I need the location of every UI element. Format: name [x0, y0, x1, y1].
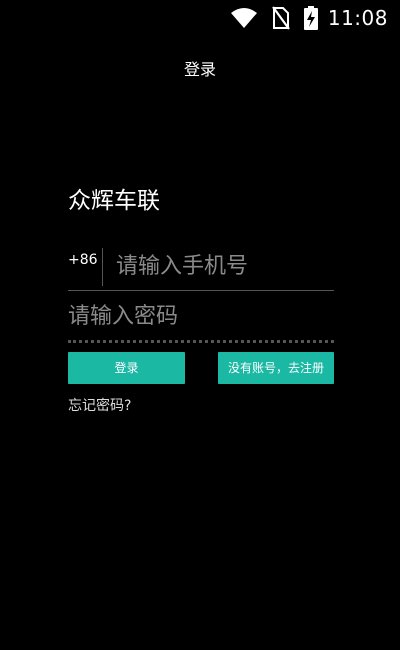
no-sim-icon	[271, 6, 290, 30]
login-button[interactable]: 登录	[68, 352, 185, 384]
phone-input[interactable]	[116, 249, 326, 283]
app-name: 众辉车联	[68, 188, 160, 214]
battery-charging-icon	[303, 6, 318, 30]
register-button[interactable]: 没有账号，去注册	[218, 352, 334, 384]
field-divider	[102, 248, 103, 286]
password-input[interactable]	[68, 299, 328, 333]
status-icons: 11:08	[230, 5, 388, 31]
country-code[interactable]: +86	[68, 250, 98, 270]
wifi-icon	[230, 8, 257, 28]
clock: 11:08	[327, 6, 388, 30]
forgot-password-link[interactable]: 忘记密码?	[68, 396, 131, 416]
phone-field-row: +86	[68, 244, 334, 291]
status-bar: 11:08	[0, 0, 400, 36]
page-title: 登录	[183, 60, 216, 79]
password-field-row	[68, 296, 334, 343]
